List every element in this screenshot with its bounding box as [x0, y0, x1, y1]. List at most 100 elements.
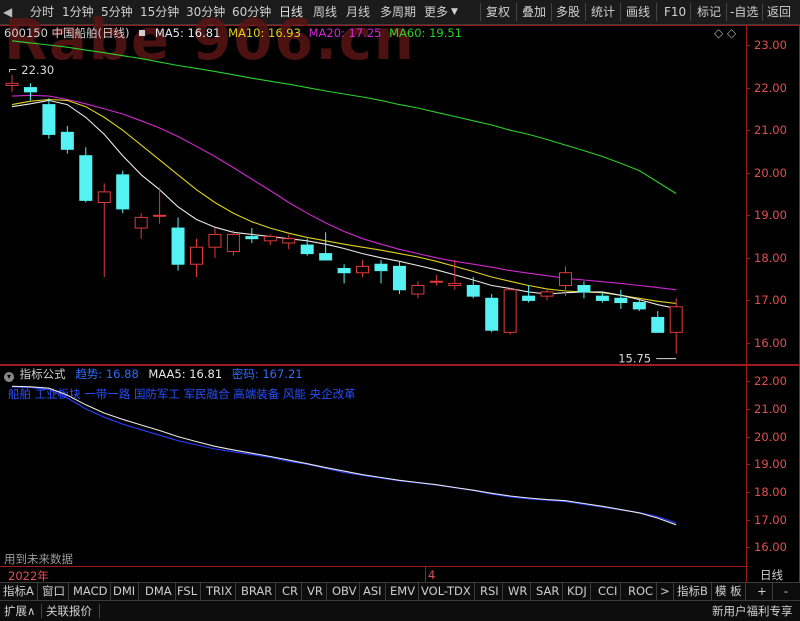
tab-trix[interactable]: TRIX — [203, 583, 237, 600]
candle — [134, 213, 148, 239]
candle-body — [116, 174, 130, 210]
multi-stock-button[interactable]: 多股 — [556, 0, 580, 24]
tab-cci[interactable]: CCI — [595, 583, 622, 600]
candle-body — [282, 238, 296, 244]
status-divider — [41, 604, 42, 618]
tab-indicator-b[interactable]: 指标B — [674, 583, 712, 600]
candle — [245, 228, 259, 243]
indicator-axis-tick — [746, 464, 750, 466]
price-axis-tick — [746, 87, 750, 89]
tab-sar[interactable]: SAR — [533, 583, 564, 600]
period-more[interactable]: 更多 — [424, 0, 448, 24]
tab-dmi[interactable]: DMI — [110, 583, 140, 600]
tab-macd[interactable]: MACD — [70, 583, 112, 600]
price-axis-tick — [746, 257, 750, 259]
indicator-axis-tick — [746, 491, 750, 493]
f10-button[interactable]: F10 — [664, 0, 686, 24]
new-user-benefit-link[interactable]: 新用户福利专享 — [712, 601, 793, 621]
price-axis-label: 19.00 — [754, 208, 787, 223]
add-window-button[interactable]: + — [752, 583, 773, 600]
candle-body — [559, 272, 572, 287]
tab-roc[interactable]: ROC — [625, 583, 658, 600]
candle-body — [448, 282, 462, 287]
tab-vol-tdx[interactable]: VOL-TDX — [418, 583, 475, 600]
candle-body — [245, 236, 259, 240]
tab-brar[interactable]: BRAR — [238, 583, 277, 600]
candle — [522, 285, 536, 303]
remove-window-button[interactable]: - — [776, 583, 796, 600]
toolbar-divider — [726, 3, 727, 21]
candle — [374, 259, 388, 284]
tab-template[interactable]: 模 板 — [712, 583, 746, 600]
candle-body — [356, 265, 370, 274]
chevron-down-icon[interactable]: ▼ — [451, 0, 458, 24]
toolbar-divider — [516, 3, 517, 21]
candle — [669, 298, 683, 354]
candle-body — [171, 227, 185, 265]
tab-wr[interactable]: WR — [505, 583, 532, 600]
back-button[interactable]: 返回 — [767, 0, 791, 24]
candle-body — [226, 233, 240, 252]
tab-dma[interactable]: DMA — [142, 583, 176, 600]
tab-window[interactable]: 窗口 — [39, 583, 69, 600]
candle-body — [485, 297, 499, 331]
watchlist-button[interactable]: -自选 — [730, 0, 758, 24]
toolbar-divider — [551, 3, 552, 21]
candle — [448, 259, 462, 290]
mark-button[interactable]: 标记 — [697, 0, 721, 24]
tab-emv[interactable]: EMV — [387, 583, 420, 600]
candle-body — [595, 295, 609, 301]
candle-body — [263, 236, 277, 242]
related-quote-button[interactable]: 关联报价 — [46, 601, 92, 621]
candle-body — [134, 216, 148, 229]
price-axis-label: 22.00 — [754, 80, 787, 95]
fuquan-button[interactable]: 复权 — [486, 0, 510, 24]
candle — [116, 170, 130, 214]
statistics-button[interactable]: 统计 — [591, 0, 615, 24]
indicator-chart — [11, 385, 677, 526]
candle-body — [97, 191, 111, 204]
candle — [337, 264, 351, 284]
tab-kdj[interactable]: KDJ — [564, 583, 591, 600]
expand-button[interactable]: 扩展∧ — [4, 601, 35, 621]
indicator-tab-bar: 指标A 窗口 MACD DMI DMA FSL TRIX BRAR CR VR … — [0, 582, 800, 600]
tab-fsl[interactable]: FSL — [174, 583, 202, 600]
toolbar-divider — [480, 3, 481, 21]
high-price-label: ⌐ 22.30 — [8, 63, 54, 77]
candle-body — [669, 306, 683, 333]
indicator-axis-label: 18.00 — [754, 484, 787, 499]
candlestick-chart: ⌐ 22.30 15.75 — [5, 40, 683, 365]
tab-obv[interactable]: OBV — [329, 583, 361, 600]
tab-cr[interactable]: CR — [279, 583, 303, 600]
status-divider — [99, 604, 100, 618]
indicator-axis-tick — [746, 519, 750, 521]
indicator-axis: 22.00 21.00 20.00 19.00 18.00 17.00 16.00 — [746, 365, 800, 565]
candle-body — [79, 155, 93, 201]
candle-body — [374, 263, 388, 272]
tab-asi[interactable]: ASI — [360, 583, 386, 600]
candle — [42, 98, 56, 139]
candle-body — [5, 82, 19, 86]
price-axis-label: 23.00 — [754, 38, 787, 53]
candle — [392, 262, 406, 295]
indicator-axis-label: 21.00 — [754, 401, 787, 416]
candle-body — [337, 267, 351, 274]
price-axis-tick — [746, 215, 750, 217]
tab-indicator-a[interactable]: 指标A — [0, 583, 38, 600]
candle-body — [503, 289, 517, 333]
candle-body — [23, 87, 37, 93]
indicator-axis-tick — [746, 408, 750, 410]
date-tick — [425, 567, 426, 582]
indicator-axis-label: 16.00 — [754, 540, 787, 555]
overlay-button[interactable]: 叠加 — [522, 0, 546, 24]
draw-line-button[interactable]: 画线 — [626, 0, 650, 24]
candle — [5, 74, 19, 92]
tab-rsi[interactable]: RSI — [477, 583, 503, 600]
tab-more-arrow[interactable]: > — [657, 583, 674, 600]
indicator-axis-label: 20.00 — [754, 429, 787, 444]
candle — [540, 289, 554, 301]
tab-vr[interactable]: VR — [304, 583, 327, 600]
period-indicator[interactable]: 日线 — [760, 567, 783, 583]
price-axis-tick — [746, 172, 750, 174]
candle — [60, 125, 74, 154]
